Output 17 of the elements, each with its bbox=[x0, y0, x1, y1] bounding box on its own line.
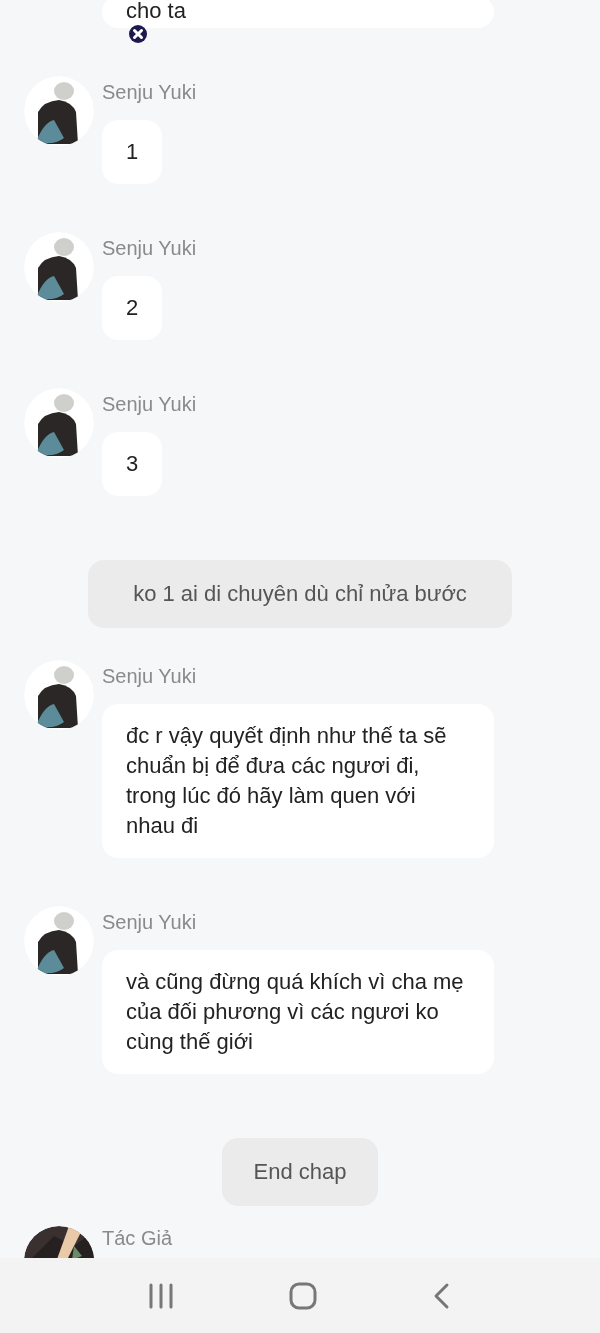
recent-apps-icon[interactable] bbox=[147, 1282, 174, 1309]
sender-name: Senju Yuki bbox=[102, 664, 198, 688]
close-icon bbox=[128, 24, 148, 44]
home-icon[interactable] bbox=[289, 1281, 317, 1310]
sender-name: Tác Giả bbox=[102, 1226, 173, 1250]
sender-name: Senju Yuki bbox=[102, 910, 198, 934]
message-bubble: cho ta bbox=[102, 0, 494, 28]
message-bubble: đc r vậy quyết định như thế ta sẽ chuẩn bị để đưa các ngươi đi, trong lúc đó hãy làm quen với nhau đi bbox=[102, 704, 494, 858]
message-bubble: 2 bbox=[102, 276, 163, 340]
message-bubble: 1 bbox=[102, 120, 163, 184]
sender-name: Senju Yuki bbox=[102, 80, 197, 104]
sender-name: Senju Yuki bbox=[102, 392, 197, 416]
narration-bubble: End chap bbox=[222, 1138, 378, 1206]
message-bubble: 3 bbox=[102, 432, 163, 496]
sender-name: Senju Yuki bbox=[102, 236, 197, 260]
narration-bubble: ko 1 ai di chuyên dù chỉ nửa bước bbox=[88, 560, 512, 628]
message-bubble: và cũng đừng quá khích vì cha mẹ của đối phương vì các ngươi ko cùng thế giới bbox=[102, 950, 494, 1074]
